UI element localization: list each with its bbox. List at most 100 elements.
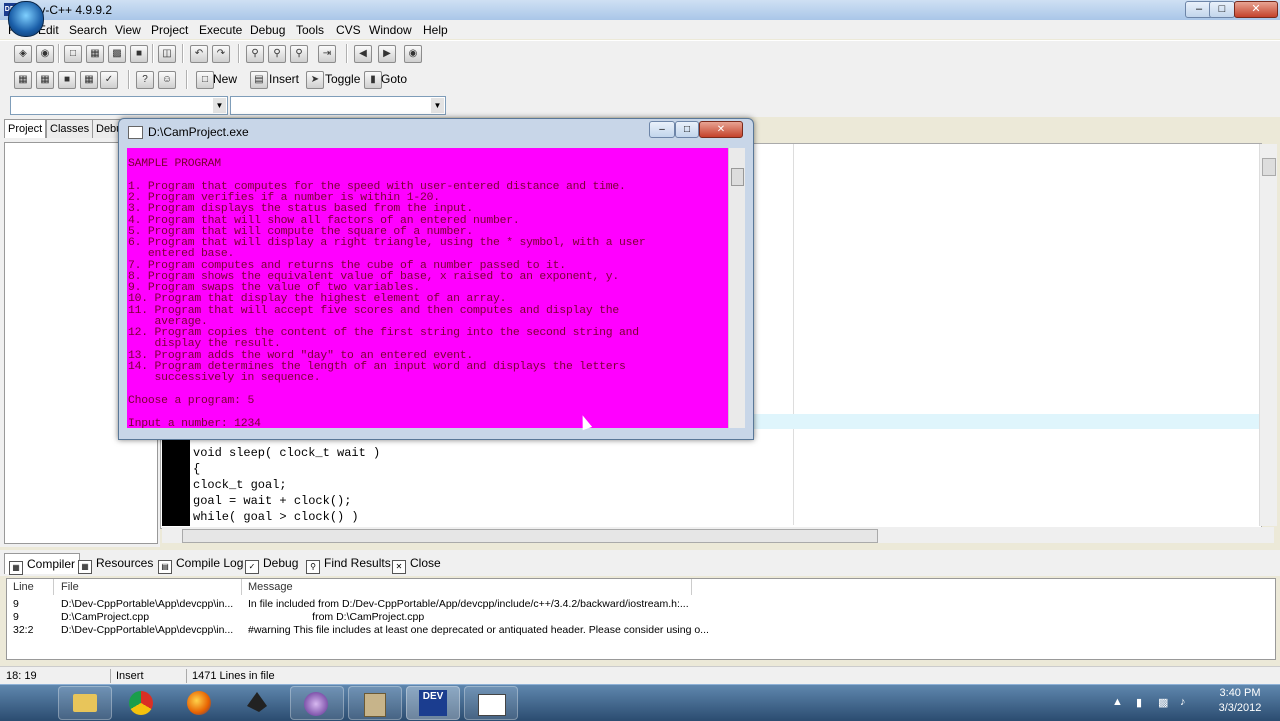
taskbar-chrome[interactable] <box>116 686 168 718</box>
back-icon[interactable]: ◀ <box>354 45 372 63</box>
console-icon <box>128 126 143 139</box>
tab-classes[interactable]: Classes <box>46 119 94 138</box>
menu-project[interactable]: Project <box>151 23 188 37</box>
run-icon[interactable]: ▦ <box>36 71 54 89</box>
rebuild-icon[interactable]: ▦ <box>80 71 98 89</box>
console-minimize-button[interactable]: – <box>649 121 675 138</box>
console-scroll-thumb[interactable] <box>731 168 744 186</box>
console-window[interactable]: D:\CamProject.exe – □ ✕ SAMPLE PROGRAM 1… <box>118 118 754 440</box>
code-line: { <box>193 462 201 476</box>
column-header-message[interactable]: Message <box>242 579 692 595</box>
insert-icon[interactable]: ▤ <box>250 71 268 89</box>
inkscape-icon <box>247 692 267 712</box>
bookmark-icon[interactable]: ◉ <box>404 45 422 63</box>
status-bar: 18: 19 Insert 1471 Lines in file <box>0 666 1280 685</box>
right-margin-line <box>793 144 794 525</box>
goto-icon[interactable]: ▮ <box>364 71 382 89</box>
scroll-thumb[interactable] <box>1262 158 1276 176</box>
new-button[interactable]: New <box>213 72 237 86</box>
taskbar-firefox[interactable] <box>174 686 226 718</box>
console-output[interactable]: SAMPLE PROGRAM 1. Program that computes … <box>127 148 728 428</box>
console-close-button[interactable]: ✕ <box>699 121 743 138</box>
taskbar-explorer[interactable] <box>58 686 112 720</box>
save-all-icon[interactable]: ■ <box>130 45 148 63</box>
code-line: goal = wait + clock(); <box>193 494 352 508</box>
find-icon[interactable]: ⚲ <box>246 45 264 63</box>
tab-debug-bottom[interactable]: ✓ Debug <box>241 553 302 574</box>
volume-icon[interactable]: ♪ <box>1180 696 1186 708</box>
save-icon[interactable]: ▩ <box>108 45 126 63</box>
open-project-icon[interactable]: ◈ <box>14 45 32 63</box>
insert-button[interactable]: Insert <box>269 72 299 86</box>
find-next-icon[interactable]: ⚲ <box>268 45 286 63</box>
menu-cvs[interactable]: CVS <box>336 23 361 37</box>
menu-debug[interactable]: Debug <box>250 23 285 37</box>
taskbar-inkscape[interactable] <box>232 686 284 718</box>
print-icon[interactable]: ◫ <box>158 45 176 63</box>
network-icon[interactable]: ▩ <box>1158 696 1168 709</box>
taskbar-browser[interactable] <box>290 686 344 720</box>
menu-window[interactable]: Window <box>369 23 412 37</box>
undo-icon[interactable]: ↶ <box>190 45 208 63</box>
forward-icon[interactable]: ▶ <box>378 45 396 63</box>
chevron-down-icon: ▼ <box>213 98 226 113</box>
goto-line-icon[interactable]: ⇥ <box>318 45 336 63</box>
menu-help[interactable]: Help <box>423 23 448 37</box>
compile-icon[interactable]: ▦ <box>14 71 32 89</box>
redo-icon[interactable]: ↷ <box>212 45 230 63</box>
taskbar-console[interactable] <box>464 686 518 720</box>
class-combo-bar: ▼ ▼ <box>0 92 1280 117</box>
close-button[interactable]: ✕ <box>1234 1 1278 18</box>
maximize-button[interactable]: □ <box>1209 1 1235 18</box>
menu-execute[interactable]: Execute <box>199 23 242 37</box>
goto-button[interactable]: Goto <box>381 72 407 86</box>
column-header-file[interactable]: File <box>55 579 242 595</box>
tab-project[interactable]: Project <box>4 119 47 138</box>
menu-search[interactable]: Search <box>69 23 107 37</box>
close-project-icon[interactable]: ◉ <box>36 45 54 63</box>
close-icon: ✕ <box>392 560 406 574</box>
tray-arrow-icon[interactable]: ▲ <box>1112 696 1123 708</box>
chevron-down-icon: ▼ <box>431 98 444 113</box>
tab-close[interactable]: ✕ Close <box>388 553 445 574</box>
help-icon[interactable]: ? <box>136 71 154 89</box>
check-icon[interactable]: ✓ <box>100 71 118 89</box>
new-file-icon[interactable]: □ <box>64 45 82 63</box>
row-message: In file included from D:/Dev-CppPortable… <box>248 598 689 610</box>
replace-icon[interactable]: ⚲ <box>290 45 308 63</box>
bottom-tab-bar: ▦ Compiler ▦ Resources ▤ Compile Log ✓ Debug… <box>0 550 1280 576</box>
row-line: 9 <box>13 598 19 610</box>
editor-vertical-scrollbar[interactable] <box>1259 144 1277 526</box>
start-button[interactable] <box>8 1 44 37</box>
class-select[interactable]: ▼ <box>10 96 228 115</box>
firefox-icon <box>187 691 211 715</box>
toggle-button[interactable]: Toggle <box>325 72 360 86</box>
tab-compiler[interactable]: ▦ Compiler <box>4 553 81 575</box>
battery-icon[interactable]: ▮ <box>1136 696 1142 709</box>
row-line: 32:2 <box>13 624 34 636</box>
open-file-icon[interactable]: ▦ <box>86 45 104 63</box>
about-icon[interactable]: ☺ <box>158 71 176 89</box>
menu-view[interactable]: View <box>115 23 141 37</box>
tab-find-results[interactable]: ⚲ Find Results <box>302 553 395 574</box>
compile-run-icon[interactable]: ■ <box>58 71 76 89</box>
tab-compile-log[interactable]: ▤ Compile Log <box>154 553 247 574</box>
console-line: 10. Program that display the highest ele… <box>128 293 507 305</box>
column-header-line[interactable]: Line <box>7 579 54 595</box>
system-clock[interactable]: 3:40 PM 3/3/2012 <box>1200 686 1280 716</box>
status-cursor-position: 18: 19 <box>2 669 111 683</box>
horizontal-scroll-thumb[interactable] <box>182 529 878 543</box>
tab-resources[interactable]: ▦ Resources <box>74 553 157 574</box>
compiler-output-table[interactable]: Line File Message 9 D:\Dev-CppPortable\A… <box>6 578 1276 660</box>
clock-time: 3:40 PM <box>1219 687 1261 699</box>
taskbar-devcpp[interactable]: DEV <box>406 686 460 720</box>
menu-tools[interactable]: Tools <box>296 23 324 37</box>
new-icon[interactable]: □ <box>196 71 214 89</box>
row-message: #warning This file includes at least one… <box>248 624 709 636</box>
toggle-icon[interactable]: ➤ <box>306 71 324 89</box>
console-scrollbar[interactable] <box>728 148 745 428</box>
member-select[interactable]: ▼ <box>230 96 446 115</box>
console-maximize-button[interactable]: □ <box>675 121 699 138</box>
taskbar-tool[interactable] <box>348 686 402 720</box>
tool-icon <box>364 693 386 717</box>
